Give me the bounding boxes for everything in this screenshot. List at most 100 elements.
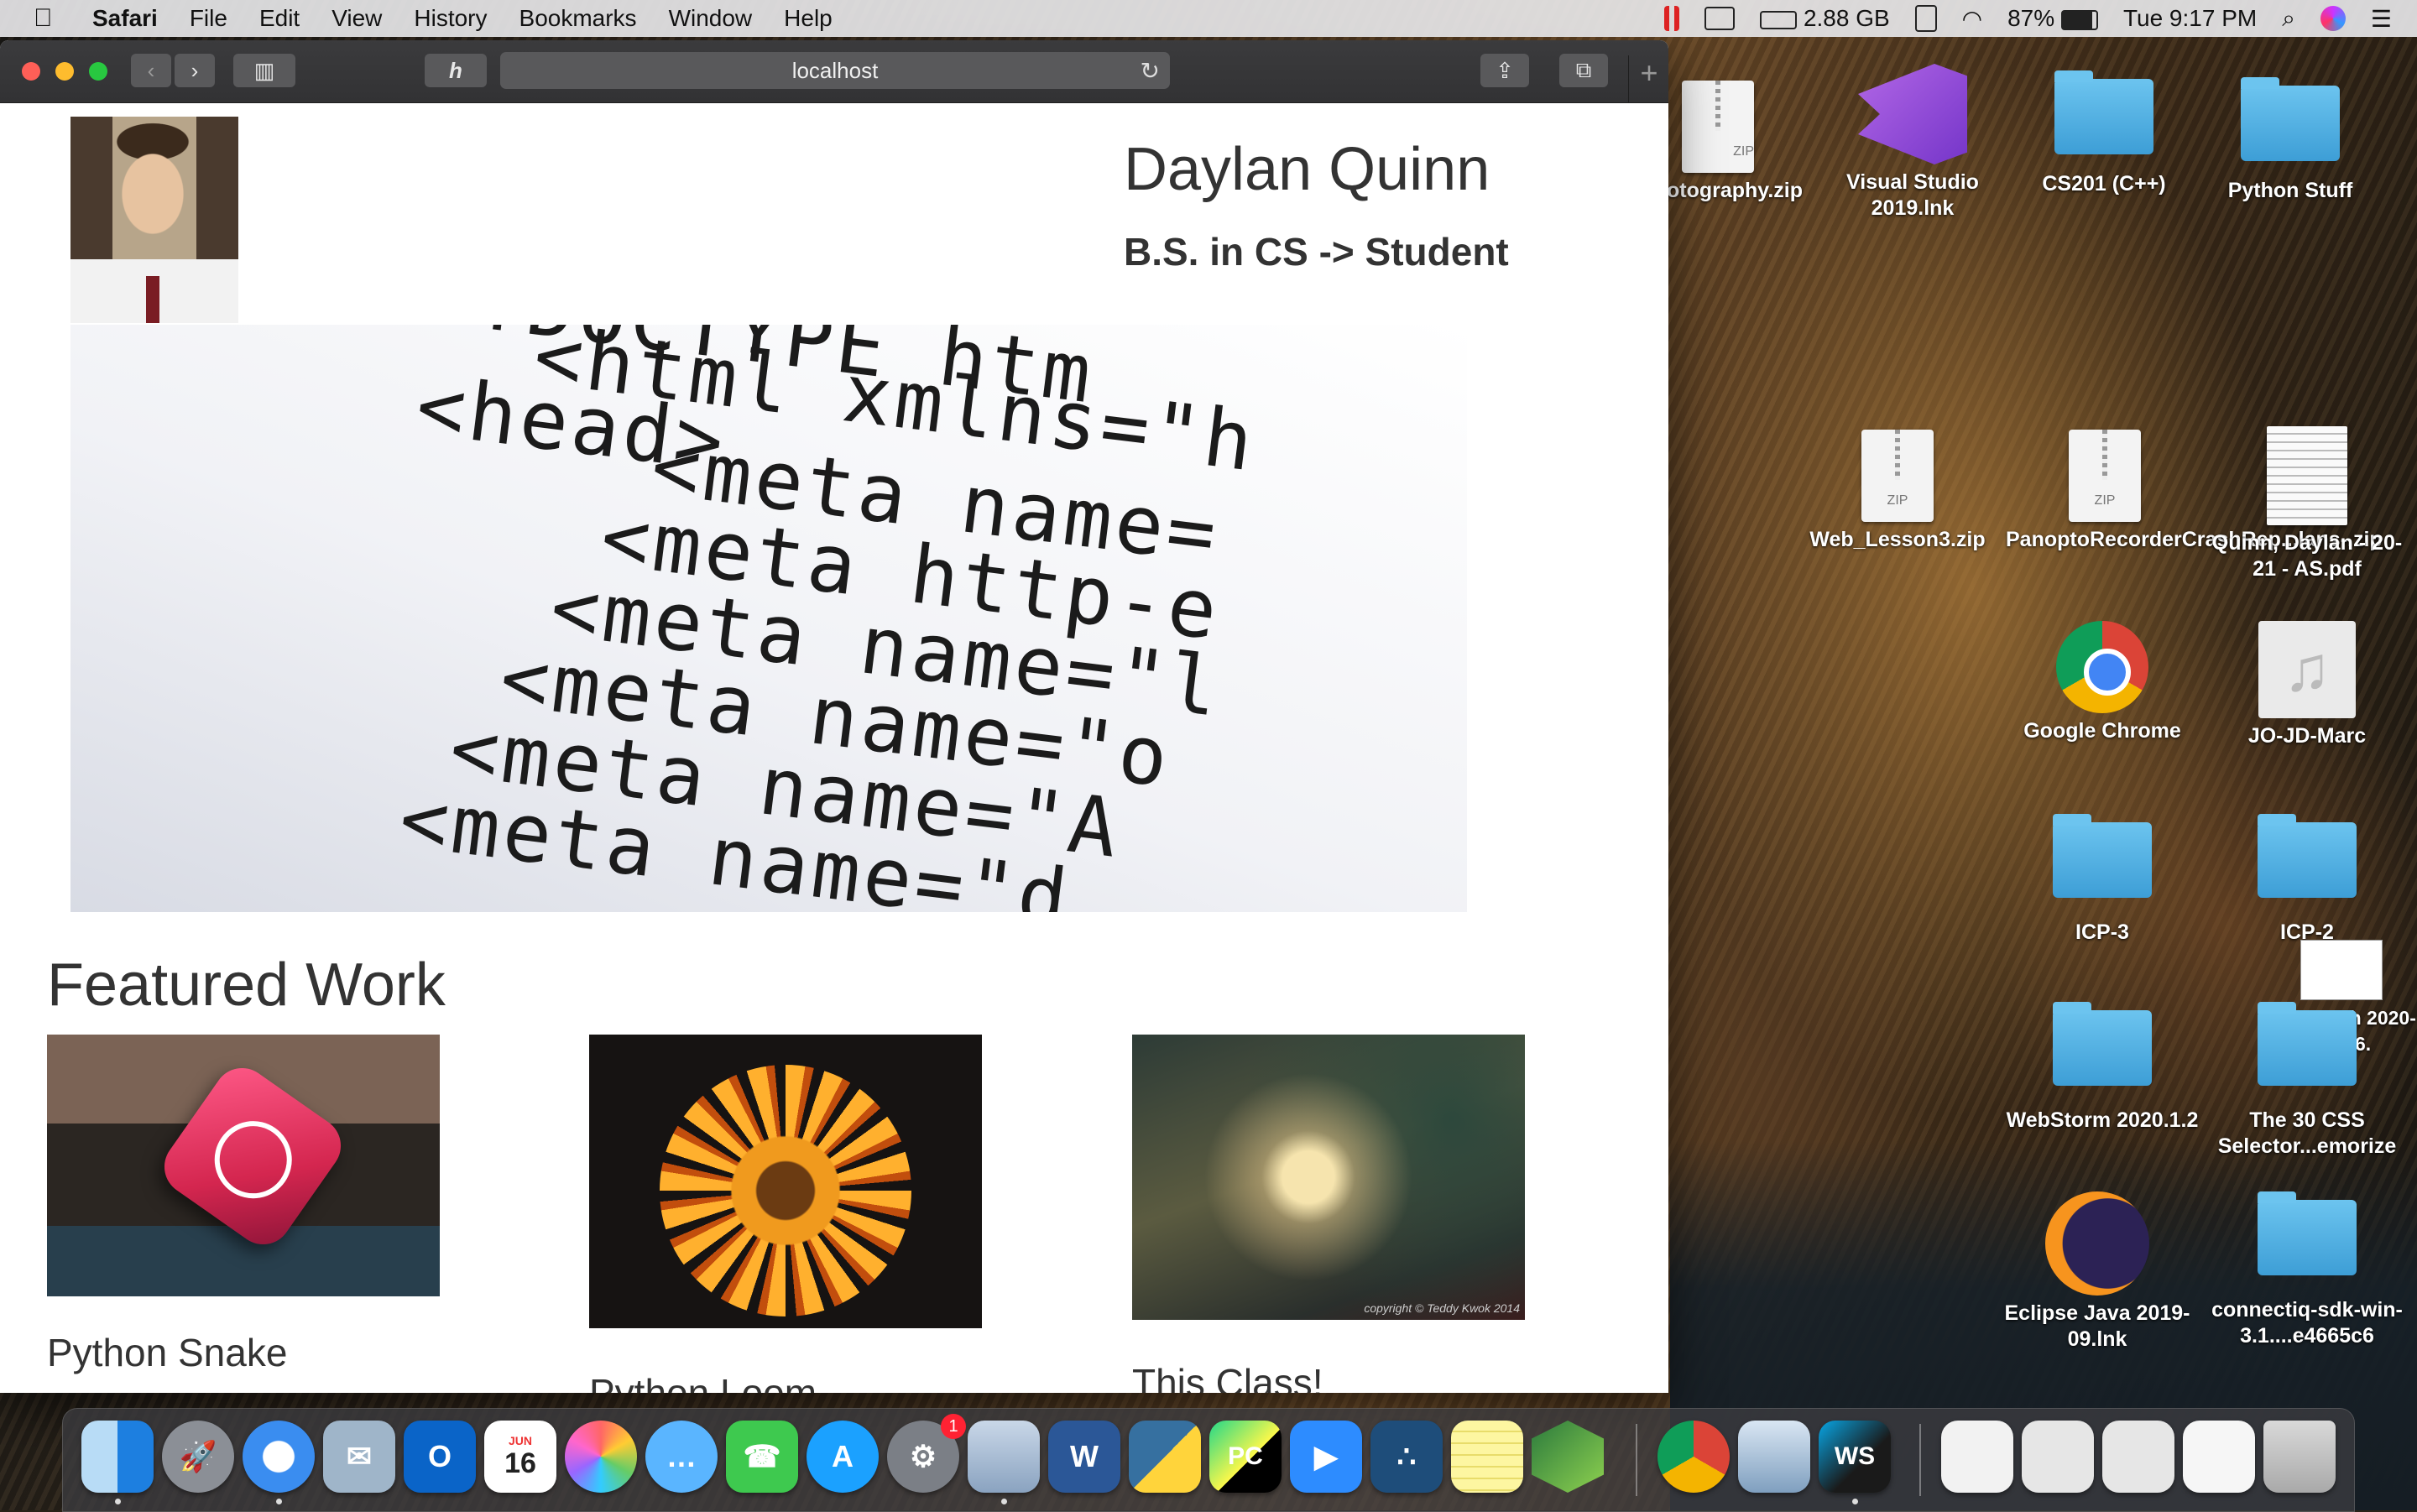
- zip-doc-icon[interactable]: [1941, 1421, 2013, 1493]
- address-bar[interactable]: localhost ↻: [500, 52, 1170, 89]
- launchpad-icon[interactable]: 🚀: [162, 1421, 234, 1493]
- desktop-icon-web-lesson3[interactable]: Web_Lesson3.zip: [1801, 430, 1994, 553]
- chevron-left-icon: ‹: [147, 57, 155, 83]
- preview-icon[interactable]: [1738, 1421, 1810, 1493]
- notification-center-icon[interactable]: ☰: [2371, 5, 2392, 33]
- memory-readout[interactable]: 2.88 GB: [1760, 5, 1890, 32]
- desktop-icon-label: Quinn, Daylan - 20-21 - AS.pdf: [2211, 531, 2403, 581]
- screenshot-doc-icon-3[interactable]: [2183, 1421, 2255, 1493]
- menu-edit[interactable]: Edit: [259, 5, 300, 32]
- share-icon: ⇪: [1496, 57, 1514, 83]
- python-launcher-icon[interactable]: [1129, 1421, 1201, 1493]
- desktop-icon-panopto-zip[interactable]: PanoptoRecorderCrashRep...lans-.zip: [2006, 430, 2383, 553]
- app-store-icon[interactable]: A: [807, 1421, 879, 1493]
- calendar-day: 16: [504, 1447, 536, 1479]
- reload-icon[interactable]: ↻: [1141, 57, 1160, 85]
- menu-view[interactable]: View: [331, 5, 382, 32]
- sidebar-button[interactable]: ▥: [233, 54, 295, 87]
- safari-icon[interactable]: [243, 1421, 315, 1504]
- folder-icon: [2053, 1002, 2152, 1086]
- new-tab-button[interactable]: +: [1628, 55, 1668, 102]
- desktop-icon-quinn-pdf[interactable]: Quinn, Daylan - 20-21 - AS.pdf: [2211, 426, 2404, 582]
- folder-icon: [2054, 70, 2153, 154]
- safari-window: ‹ › ▥ h localhost ↻ ⇪ ⧉ + Daylan Quinn B…: [0, 40, 1668, 1393]
- desktop-icon-label: JO-JD-Marc: [2247, 724, 2367, 748]
- memory-icon: [1760, 10, 1798, 29]
- apple-icon[interactable]: : [34, 4, 67, 33]
- camera-off-icon[interactable]: [1704, 7, 1736, 30]
- photos-icon[interactable]: [565, 1421, 637, 1493]
- system-preferences-icon[interactable]: ⚙ 1: [887, 1414, 966, 1493]
- safari-toolbar: ‹ › ▥ h localhost ↻ ⇪ ⧉ +: [0, 40, 1668, 103]
- webstorm-icon[interactable]: WS: [1819, 1421, 1891, 1504]
- desktop-icon-visual-studio[interactable]: Visual Studio 2019.lnk: [1816, 64, 2009, 222]
- profile-photo: [70, 117, 238, 323]
- forward-button[interactable]: ›: [175, 54, 215, 87]
- python-snake-image[interactable]: [47, 1035, 440, 1296]
- extension-button[interactable]: h: [425, 54, 487, 87]
- outlook-letter: O: [427, 1439, 452, 1473]
- menu-bar:  Safari File Edit View History Bookmark…: [0, 0, 2417, 37]
- pycharm-icon[interactable]: PC: [1209, 1421, 1282, 1493]
- camtasia-icon[interactable]: [1532, 1421, 1604, 1493]
- menu-file[interactable]: File: [190, 5, 227, 32]
- mysql-workbench-icon[interactable]: ∴: [1370, 1421, 1443, 1493]
- share-button[interactable]: ⇪: [1480, 54, 1529, 87]
- desktop-icon-google-chrome[interactable]: Google Chrome: [2006, 621, 2199, 744]
- spotlight-icon[interactable]: ⌕: [2282, 5, 2295, 33]
- outlook-icon[interactable]: O: [404, 1421, 476, 1493]
- tabs-button[interactable]: ⧉: [1559, 54, 1608, 87]
- desktop-icon-python-stuff[interactable]: Python Stuff: [2194, 77, 2387, 204]
- pycharm-letters: PC: [1228, 1442, 1263, 1470]
- calendar-icon[interactable]: JUN 16: [484, 1421, 556, 1493]
- menu-bookmarks[interactable]: Bookmarks: [519, 5, 637, 32]
- dock-separator: [1636, 1424, 1637, 1496]
- desktop-icon-webstorm[interactable]: WebStorm 2020.1.2: [2006, 1002, 2199, 1134]
- python-loom-image[interactable]: [589, 1035, 982, 1328]
- screenshot-doc-icon[interactable]: [2022, 1421, 2094, 1493]
- card-title-this-class: This Class!: [1132, 1361, 1323, 1393]
- menu-app-name[interactable]: Safari: [92, 5, 158, 32]
- screenshot-doc-icon-2[interactable]: [2102, 1421, 2174, 1493]
- this-class-image[interactable]: copyright © Teddy Kwok 2014: [1132, 1035, 1525, 1320]
- folder-icon: [2258, 814, 2357, 898]
- music-note-icon: ♫: [2258, 621, 2356, 718]
- menu-history[interactable]: History: [414, 5, 487, 32]
- desktop-icon-cs201[interactable]: CS201 (C++): [2007, 70, 2200, 197]
- tabs-icon: ⧉: [1575, 57, 1592, 82]
- desktop-icon-eclipse[interactable]: Eclipse Java 2019-09.lnk: [2001, 1191, 2194, 1353]
- back-button[interactable]: ‹: [131, 54, 171, 87]
- battery-status[interactable]: 87%: [2007, 5, 2098, 32]
- desktop-icon-label: otography.zip: [1666, 179, 1803, 202]
- desktop-icon-jo-jd-marc[interactable]: ♫ JO-JD-Marc: [2211, 621, 2404, 749]
- wifi-icon[interactable]: ◠: [1962, 5, 1982, 33]
- siri-icon[interactable]: [2320, 6, 2346, 31]
- facetime-icon[interactable]: ☎: [726, 1421, 798, 1493]
- close-window-button[interactable]: [22, 62, 40, 81]
- desktop-icon-icp-2[interactable]: ICP-2: [2211, 814, 2404, 946]
- chrome-icon[interactable]: [1657, 1421, 1730, 1493]
- zoom-icon[interactable]: ▶: [1290, 1421, 1362, 1493]
- desktop-icon-css-selectors[interactable]: The 30 CSS Selector...emorize: [2211, 1002, 2404, 1160]
- menu-help[interactable]: Help: [784, 5, 833, 32]
- desktop-icon-label: ICP-3: [2075, 920, 2129, 944]
- timemachine-icon[interactable]: [1914, 5, 1937, 32]
- menu-window[interactable]: Window: [669, 5, 753, 32]
- istat-icon[interactable]: [1664, 6, 1680, 31]
- minimize-window-button[interactable]: [55, 62, 74, 81]
- finder-icon[interactable]: [81, 1421, 154, 1504]
- parallels-icon[interactable]: [968, 1421, 1040, 1504]
- word-icon[interactable]: W: [1048, 1421, 1120, 1493]
- clock[interactable]: Tue 9:17 PM: [2123, 5, 2257, 32]
- zoom-window-button[interactable]: [89, 62, 107, 81]
- desktop-icon-connectiq-sdk[interactable]: connectiq-sdk-win-3.1....e4665c6: [2211, 1191, 2404, 1349]
- battery-icon: [2060, 9, 2098, 30]
- desktop-icon-label: Eclipse Java 2019-09.lnk: [2004, 1301, 2190, 1351]
- mail-icon[interactable]: ✉: [323, 1421, 395, 1493]
- featured-work-heading: Featured Work: [47, 952, 446, 1019]
- desktop-icon-icp-3[interactable]: ICP-3: [2006, 814, 2199, 946]
- messages-icon[interactable]: …: [645, 1421, 718, 1493]
- desktop-icon-label: Google Chrome: [2023, 719, 2181, 743]
- notes-icon[interactable]: [1451, 1421, 1523, 1493]
- trash-icon[interactable]: [2263, 1421, 2336, 1493]
